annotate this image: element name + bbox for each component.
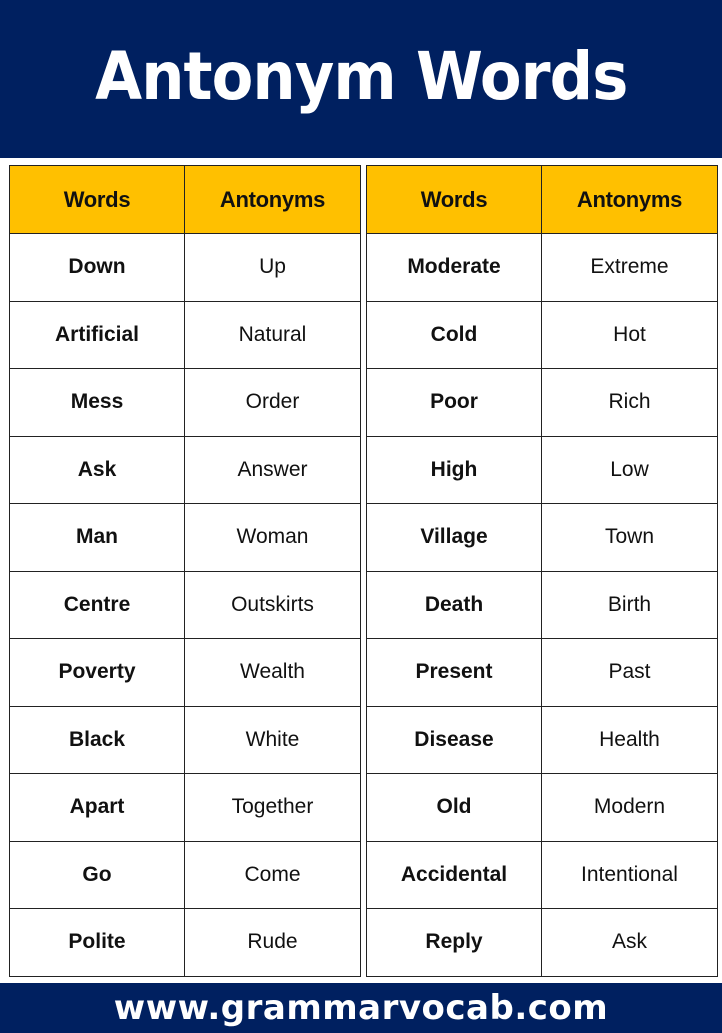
word-cell: Village [366,503,542,572]
table-row: Centre Outskirts [9,570,361,639]
table-row: High Low [366,435,718,504]
antonym-cell: Rude [184,908,361,977]
word-cell: Cold [366,300,542,369]
word-cell: Black [9,705,185,774]
antonym-cell: Up [184,233,361,302]
word-cell: High [366,435,542,504]
word-cell: Poor [366,368,542,437]
antonym-cell: Order [184,368,361,437]
page-title: Antonym Words [94,37,628,115]
footer-banner: www.grammarvocab.com [0,983,722,1033]
table-row: Artificial Natural [9,300,361,369]
antonym-cell: Intentional [541,840,718,909]
table-row: Man Woman [9,503,361,572]
word-cell: Death [366,570,542,639]
word-cell: Apart [9,773,185,842]
antonym-cell: Outskirts [184,570,361,639]
word-cell: Moderate [366,233,542,302]
antonym-cell: Woman [184,503,361,572]
antonym-cell: Modern [541,773,718,842]
table-row: Polite Rude [9,908,361,977]
word-cell: Present [366,638,542,707]
column-header-words: Words [9,165,185,234]
table-row: Mess Order [9,368,361,437]
website-url[interactable]: www.grammarvocab.com [114,988,608,1028]
table-row: Village Town [366,503,718,572]
word-cell: Accidental [366,840,542,909]
antonym-cell: Come [184,840,361,909]
antonym-cell: Wealth [184,638,361,707]
antonym-cell: Low [541,435,718,504]
antonym-cell: Hot [541,300,718,369]
antonym-cell: Together [184,773,361,842]
table-row: Accidental Intentional [366,840,718,909]
antonym-cell: Ask [541,908,718,977]
table-row: Ask Answer [9,435,361,504]
word-cell: Polite [9,908,185,977]
antonym-cell: Health [541,705,718,774]
table-row: Down Up [9,233,361,302]
word-cell: Reply [366,908,542,977]
word-cell: Mess [9,368,185,437]
word-cell: Ask [9,435,185,504]
word-cell: Centre [9,570,185,639]
word-cell: Old [366,773,542,842]
word-cell: Down [9,233,185,302]
table-row: Present Past [366,638,718,707]
antonym-table-right: Words Antonyms Moderate Extreme Cold Hot Poo… [366,165,718,977]
antonym-cell: Past [541,638,718,707]
antonym-cell: Answer [184,435,361,504]
table-row: Black White [9,705,361,774]
table-row: Poor Rich [366,368,718,437]
antonym-cell: White [184,705,361,774]
word-cell: Artificial [9,300,185,369]
table-row: Poverty Wealth [9,638,361,707]
title-banner: Antonym Words [0,0,722,158]
table-row: Old Modern [366,773,718,842]
table-row: Death Birth [366,570,718,639]
column-header-words: Words [366,165,542,234]
antonym-cell: Natural [184,300,361,369]
antonym-table-left: Words Antonyms Down Up Artificial Natural Me… [9,165,361,977]
word-cell: Poverty [9,638,185,707]
column-header-antonyms: Antonyms [184,165,361,234]
word-cell: Go [9,840,185,909]
table-header-row: Words Antonyms [366,165,718,234]
word-cell: Man [9,503,185,572]
antonym-cell: Birth [541,570,718,639]
table-row: Moderate Extreme [366,233,718,302]
antonym-cell: Extreme [541,233,718,302]
word-cell: Disease [366,705,542,774]
table-row: Cold Hot [366,300,718,369]
table-row: Disease Health [366,705,718,774]
antonym-cell: Rich [541,368,718,437]
table-row: Go Come [9,840,361,909]
antonym-cell: Town [541,503,718,572]
table-row: Reply Ask [366,908,718,977]
table-header-row: Words Antonyms [9,165,361,234]
column-header-antonyms: Antonyms [541,165,718,234]
table-row: Apart Together [9,773,361,842]
